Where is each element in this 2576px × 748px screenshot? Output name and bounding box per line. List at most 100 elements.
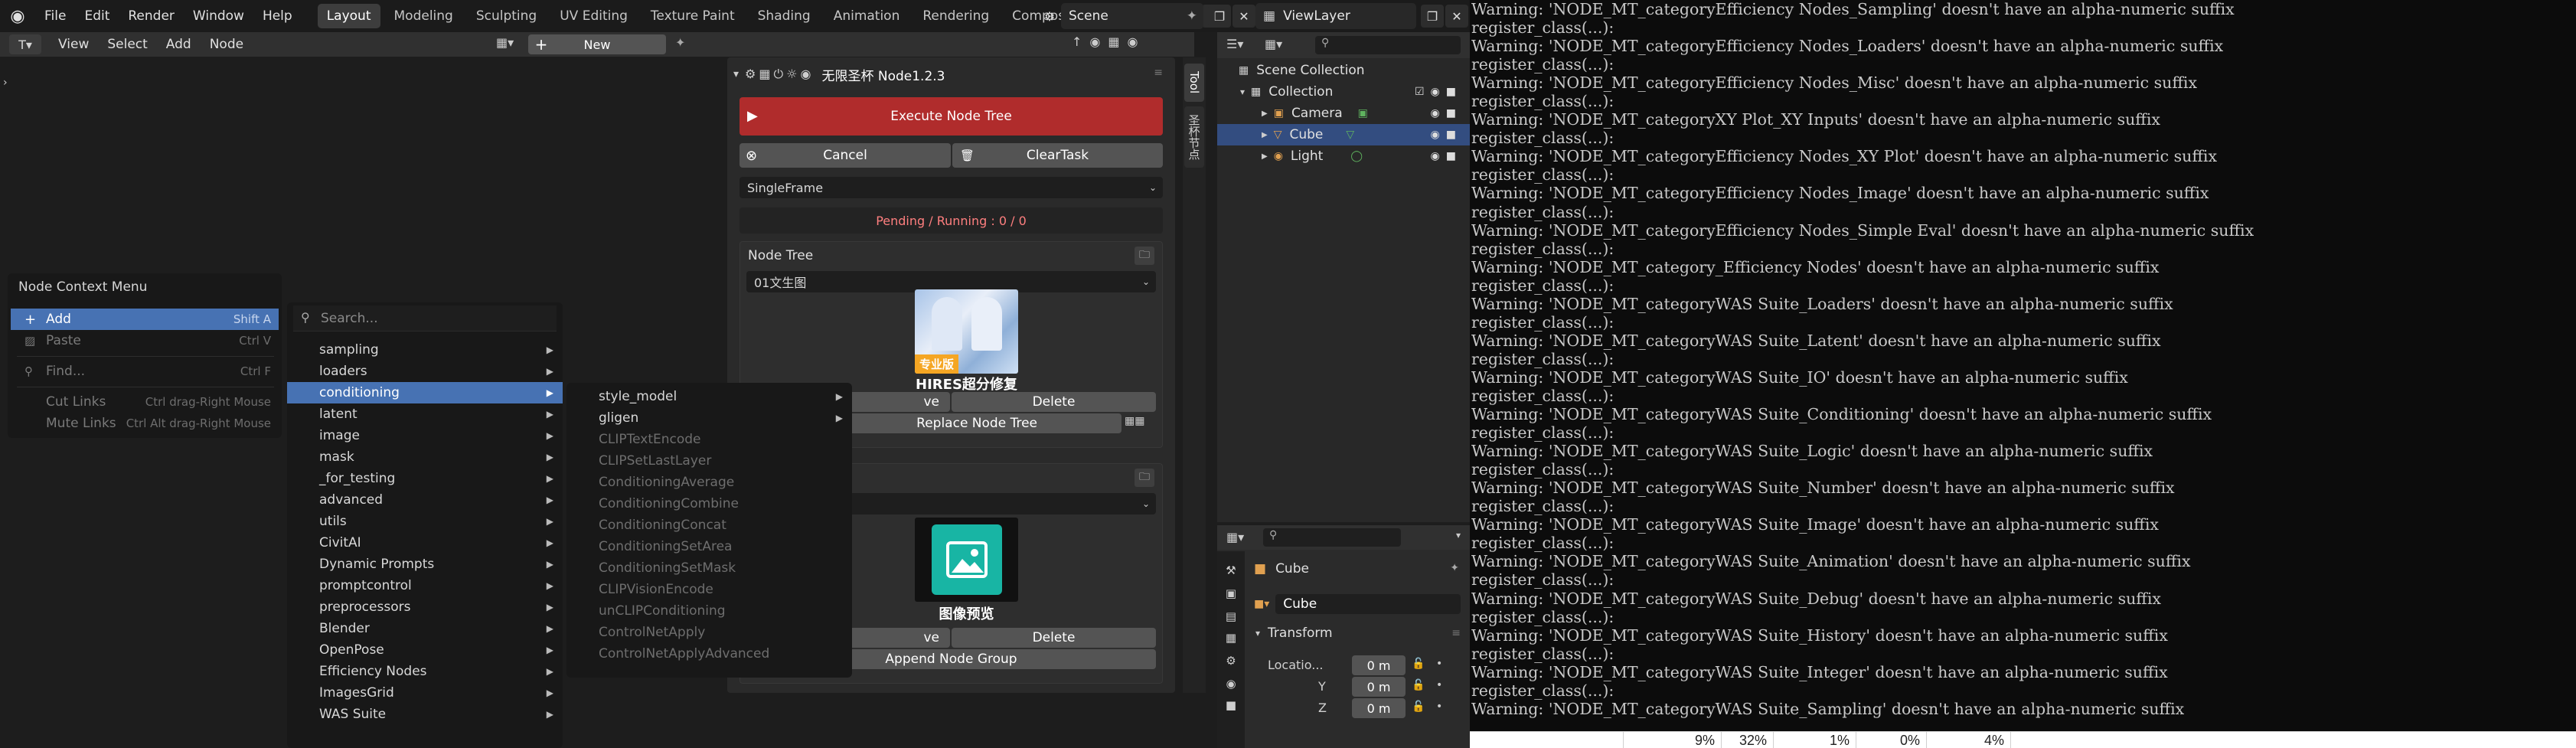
search-input[interactable]: ⚲ Search...	[293, 305, 557, 332]
tab-uv-editing[interactable]: UV Editing	[550, 4, 637, 28]
outliner-row-collection[interactable]: ▾ ▦ Collection ☑◉■	[1217, 81, 1470, 103]
collapse-icon[interactable]: ▾	[733, 68, 739, 80]
cond-item-controlnetapply[interactable]: ControlNetApply	[566, 622, 852, 643]
folder-icon[interactable]: 🗀	[1135, 469, 1154, 487]
add-item-latent[interactable]: latent ▶	[287, 403, 563, 425]
menu-help[interactable]: Help	[253, 0, 302, 32]
visibility-icons[interactable]: ◉■	[1431, 107, 1462, 119]
cond-item-conditioningaverage[interactable]: ConditioningAverage	[566, 472, 852, 493]
pin-icon[interactable]: ✦	[1187, 8, 1197, 24]
menu-node[interactable]: Node	[201, 37, 253, 52]
menu-select[interactable]: Select	[98, 37, 156, 52]
tab-texture-paint[interactable]: Texture Paint	[642, 4, 744, 28]
context-item-cut-links[interactable]: Cut Links Ctrl drag-Right Mouse	[11, 391, 279, 413]
add-item-imagesgrid[interactable]: ImagesGrid ▶	[287, 682, 563, 704]
delete-scene-icon[interactable]: ✕	[1232, 5, 1255, 28]
lock-icon[interactable]: 🔓	[1412, 679, 1425, 691]
chevron-down-icon[interactable]: ▾	[1456, 530, 1461, 541]
menu-file[interactable]: File	[35, 0, 75, 32]
context-item-find[interactable]: ⚲ Find... Ctrl F	[11, 361, 279, 382]
console-window[interactable]: Warning: 'NODE_MT_categoryEfficiency Nod…	[1470, 0, 2576, 731]
add-item-advanced[interactable]: advanced ▶	[287, 489, 563, 511]
folder-icon[interactable]: 🗀	[1135, 247, 1154, 265]
tab-grail-nodes[interactable]: 圣杯节点	[1184, 106, 1204, 168]
group-thumbnail-image[interactable]	[915, 518, 1018, 602]
view-layer-selector[interactable]: ▦ ViewLayer	[1255, 3, 1416, 29]
tool-tab-icon[interactable]: ⚒	[1221, 560, 1241, 580]
lock-icon[interactable]: 🔓	[1412, 701, 1425, 713]
tab-modeling[interactable]: Modeling	[385, 4, 462, 28]
keyframe-icon[interactable]: •	[1436, 679, 1442, 691]
plugin-toolbar-icons[interactable]: ⚙▦⏻☼◉	[745, 67, 814, 82]
add-item-efficiency-nodes[interactable]: Efficiency Nodes ▶	[287, 661, 563, 682]
cond-item-conditioningsetarea[interactable]: ConditioningSetArea	[566, 536, 852, 557]
tab-rendering[interactable]: Rendering	[913, 4, 998, 28]
cond-item-controlnetapplyadvanced[interactable]: ControlNetApplyAdvanced	[566, 643, 852, 665]
keyframe-icon[interactable]: •	[1436, 658, 1442, 670]
data-name-row[interactable]: ■▾ Cube	[1254, 594, 1461, 614]
render-tab-icon[interactable]: ▣	[1221, 583, 1241, 603]
clear-task-button[interactable]: 🗑 ClearTask	[952, 143, 1163, 168]
add-item-image[interactable]: image ▶	[287, 425, 563, 446]
outliner-row-camera[interactable]: ▶ ▣ Camera ▣ ◉■	[1217, 103, 1470, 124]
outliner-row-scene-collection[interactable]: ▦ Scene Collection	[1217, 60, 1470, 81]
add-item-promptcontrol[interactable]: promptcontrol ▶	[287, 575, 563, 596]
cond-item-clipsetlastlayer[interactable]: CLIPSetLastLayer	[566, 450, 852, 472]
location-z-field[interactable]: 0 m	[1352, 698, 1406, 718]
cond-item-gligen[interactable]: gligen ▶	[566, 407, 852, 429]
add-item-mask[interactable]: mask ▶	[287, 446, 563, 468]
add-item-sampling[interactable]: sampling ▶	[287, 339, 563, 361]
cond-item-conditioningcombine[interactable]: ConditioningCombine	[566, 493, 852, 514]
add-item-was-suite[interactable]: WAS Suite ▶	[287, 704, 563, 725]
cond-item-conditioningconcat[interactable]: ConditioningConcat	[566, 514, 852, 536]
drag-handle-icon[interactable]: ≡	[1154, 67, 1163, 79]
cond-item-clipvisionencode[interactable]: CLIPVisionEncode	[566, 579, 852, 600]
delete-button[interactable]: Delete	[952, 392, 1156, 412]
editor-type-icon[interactable]: T▾	[9, 34, 41, 54]
scene-tab-icon[interactable]: ⚙	[1221, 651, 1241, 671]
location-y-field[interactable]: 0 m	[1352, 677, 1406, 697]
outliner-row-cube[interactable]: ▶ ▽ Cube ▽ ◉■	[1217, 124, 1470, 145]
pin-icon[interactable]: ✦	[675, 35, 685, 50]
cond-item-style-model[interactable]: style_model ▶	[566, 386, 852, 407]
add-item-conditioning[interactable]: conditioning ▶	[287, 382, 563, 403]
data-name-input[interactable]: Cube	[1275, 594, 1461, 614]
blender-logo-icon[interactable]: ◉	[0, 0, 35, 32]
add-item-utils[interactable]: utils ▶	[287, 511, 563, 532]
add-item-dynamic-prompts[interactable]: Dynamic Prompts ▶	[287, 554, 563, 575]
add-item-for-testing[interactable]: _for_testing ▶	[287, 468, 563, 489]
menu-add[interactable]: Add	[157, 37, 201, 52]
delete-group-button[interactable]: Delete	[952, 628, 1156, 648]
add-item-blender[interactable]: Blender ▶	[287, 618, 563, 639]
scene-selector[interactable]: Scene ✦	[1061, 3, 1203, 29]
cond-item-conditioningsetmask[interactable]: ConditioningSetMask	[566, 557, 852, 579]
tree-thumbnail-image[interactable]: 专业版	[915, 289, 1018, 374]
menu-render[interactable]: Render	[119, 0, 184, 32]
visibility-icons[interactable]: ◉■	[1431, 129, 1462, 141]
execute-node-tree-button[interactable]: ▶ Execute Node Tree	[739, 97, 1163, 136]
node-tree-type-icon[interactable]: ▦▾	[496, 35, 524, 54]
view-layer-tab-icon[interactable]: ▦	[1221, 628, 1241, 648]
world-tab-icon[interactable]: ◉	[1221, 674, 1241, 694]
menu-window[interactable]: Window	[184, 0, 253, 32]
copy-scene-icon[interactable]: ❐	[1208, 5, 1231, 28]
overlay-icons[interactable]: ↑◉▦◉	[1072, 34, 1187, 54]
add-item-loaders[interactable]: loaders ▶	[287, 361, 563, 382]
cond-item-unclipconditioning[interactable]: unCLIPConditioning	[566, 600, 852, 622]
add-item-preprocessors[interactable]: preprocessors ▶	[287, 596, 563, 618]
tab-shading[interactable]: Shading	[749, 4, 820, 28]
copy-layer-icon[interactable]: ❐	[1421, 5, 1444, 28]
outliner-type-icon[interactable]: ☰▾	[1226, 37, 1243, 51]
drag-handle-icon[interactable]: ≡	[1451, 627, 1461, 639]
lock-icon[interactable]: 🔓	[1412, 658, 1425, 670]
cond-item-cliptextencode[interactable]: CLIPTextEncode	[566, 429, 852, 450]
tab-layout[interactable]: Layout	[317, 4, 380, 28]
scene-type-icon[interactable]: ⚙	[1038, 5, 1061, 28]
mode-select[interactable]: SingleFrame ⌄	[739, 177, 1163, 198]
location-x-field[interactable]: 0 m	[1352, 655, 1406, 675]
transform-panel-header[interactable]: ▾ Transform ≡	[1248, 622, 1467, 645]
context-item-paste[interactable]: ▨ Paste Ctrl V	[11, 330, 279, 351]
filter-icon[interactable]: ▦▾	[1265, 37, 1282, 51]
output-tab-icon[interactable]: ▤	[1221, 606, 1241, 626]
add-item-openpose[interactable]: OpenPose ▶	[287, 639, 563, 661]
